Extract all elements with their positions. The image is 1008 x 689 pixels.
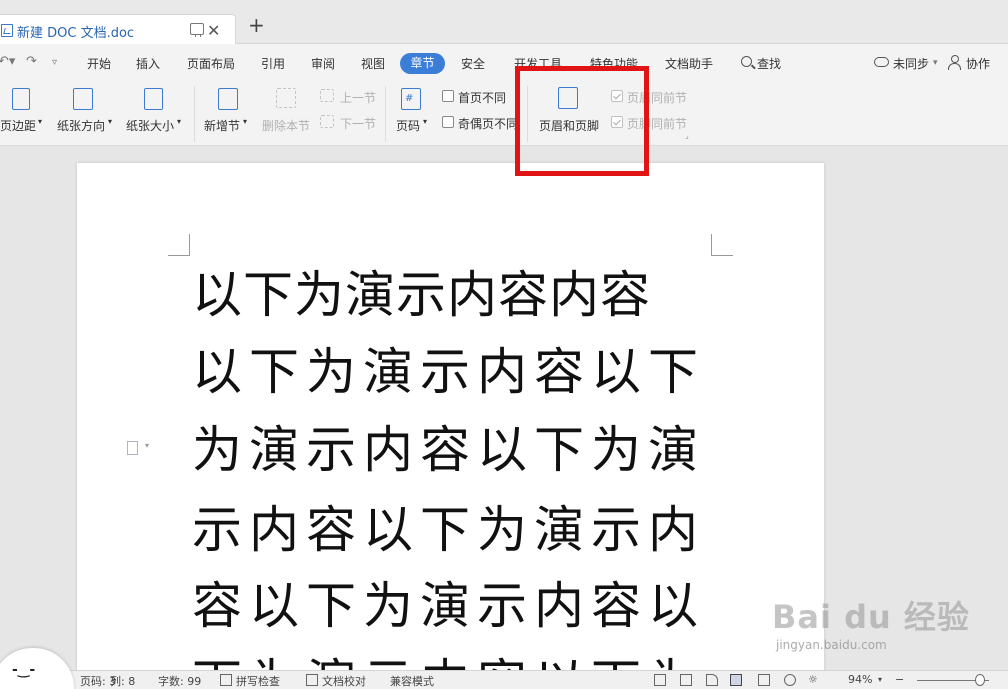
- zoom-out-icon[interactable]: −: [895, 673, 904, 686]
- page-number-dropdown-icon[interactable]: ▾: [423, 117, 427, 126]
- menu-chapter[interactable]: 章节: [400, 53, 445, 74]
- document-text-line[interactable]: 示内容以下为演示内: [192, 505, 705, 555]
- odd-even-different-checkbox[interactable]: [442, 116, 454, 128]
- redo-icon[interactable]: ↷: [26, 54, 37, 69]
- new-section-icon[interactable]: [218, 88, 238, 110]
- margin-corner-mark: [711, 234, 733, 256]
- ribbon-group-expand-icon[interactable]: ⌟: [685, 131, 689, 140]
- paragraph-handle-icon[interactable]: [127, 441, 138, 455]
- margin-corner-mark: [168, 234, 190, 256]
- next-section-button: 下一节: [340, 117, 377, 131]
- menu-view[interactable]: 视图: [361, 55, 385, 72]
- outline-view-icon[interactable]: [758, 674, 770, 686]
- page-view-icon[interactable]: [730, 674, 742, 686]
- write-mode-icon[interactable]: [706, 674, 718, 686]
- undo-icon[interactable]: ↶▾: [0, 54, 15, 69]
- highlight-annotation: [515, 66, 649, 176]
- menu-security[interactable]: 安全: [461, 55, 485, 72]
- watermark-logo: Bai du 经验: [772, 598, 970, 636]
- mascot-face-icon: -‿-: [12, 662, 36, 678]
- orientation-icon[interactable]: [73, 88, 93, 110]
- paper-size-icon[interactable]: [144, 88, 163, 110]
- prev-section-button: 上一节: [340, 91, 377, 105]
- document-text-line[interactable]: 以下为演示内容以下: [192, 347, 705, 397]
- collaborate-icon[interactable]: [948, 55, 961, 70]
- next-section-icon: [320, 115, 334, 128]
- status-column: 列: 8: [110, 675, 136, 688]
- paper-size-dropdown-icon[interactable]: ▾: [177, 117, 181, 126]
- watermark-url: jingyan.baidu.com: [776, 638, 887, 652]
- document-text-line[interactable]: 以下为演示内容内容: [192, 270, 651, 320]
- menu-insert[interactable]: 插入: [136, 55, 160, 72]
- margins-icon[interactable]: [12, 88, 30, 110]
- first-page-different-label: 首页不同: [458, 91, 507, 105]
- ribbon-separator: [194, 86, 195, 142]
- status-bar: 页码: 3 列: 8 字数: 99 拼写检查 文档校对 兼容模式 ☼ 94% ▾…: [0, 670, 1008, 689]
- new-section-button[interactable]: 新增节: [204, 117, 240, 134]
- menu-review[interactable]: 审阅: [311, 55, 335, 72]
- quick-access-more-icon[interactable]: ▿: [52, 57, 57, 68]
- document-tab[interactable]: 新建 DOC 文档.doc ✕: [0, 14, 236, 45]
- zoom-dropdown-icon[interactable]: ▾: [878, 675, 882, 684]
- orientation-button[interactable]: 纸张方向: [57, 117, 105, 134]
- paragraph-dropdown-icon[interactable]: ▾: [145, 441, 149, 450]
- menu-start[interactable]: 开始: [87, 55, 111, 72]
- first-page-different-checkbox[interactable]: [442, 90, 454, 102]
- close-icon[interactable]: ✕: [207, 21, 220, 40]
- page-number-button[interactable]: 页码: [396, 117, 420, 134]
- page-number-hash-icon: #: [405, 93, 414, 104]
- menu-doc-assistant[interactable]: 文档助手: [665, 55, 713, 72]
- new-tab-icon[interactable]: +: [248, 15, 265, 35]
- cloud-sync-icon[interactable]: [874, 57, 889, 67]
- menu-page-layout[interactable]: 页面布局: [187, 55, 235, 72]
- ribbon-separator: [385, 86, 386, 142]
- margins-button[interactable]: 页边距: [0, 117, 36, 134]
- paper-size-button[interactable]: 纸张大小: [126, 117, 174, 134]
- read-mode-icon[interactable]: [680, 674, 692, 686]
- collaborate-button[interactable]: 协作: [966, 55, 990, 72]
- new-section-dropdown-icon[interactable]: ▾: [243, 117, 247, 126]
- status-word-count[interactable]: 字数: 99: [158, 673, 201, 689]
- document-text-line[interactable]: 为演示内容以下为演: [192, 425, 705, 475]
- search-icon[interactable]: [741, 56, 752, 67]
- document-text-line[interactable]: 容以下为演示内容以: [192, 581, 705, 631]
- sync-status[interactable]: 未同步: [893, 55, 929, 72]
- document-tab-title: 新建 DOC 文档.doc: [17, 26, 135, 41]
- spell-check-button[interactable]: 拼写检查: [236, 673, 280, 689]
- margins-dropdown-icon[interactable]: ▾: [38, 117, 42, 126]
- assistant-mascot[interactable]: -‿-: [0, 648, 74, 689]
- doc-proof-icon[interactable]: [306, 674, 318, 686]
- orientation-dropdown-icon[interactable]: ▾: [108, 117, 112, 126]
- fullscreen-icon[interactable]: [654, 674, 666, 686]
- zoom-level[interactable]: 94%: [848, 673, 872, 686]
- tab-strip: 新建 DOC 文档.doc ✕ +: [0, 0, 1008, 45]
- sync-dropdown-icon[interactable]: ▾: [933, 58, 938, 68]
- menu-references[interactable]: 引用: [261, 55, 285, 72]
- baidu-jingyan-watermark: Bai du 经验 jingyan.baidu.com: [772, 592, 970, 652]
- menu-find[interactable]: 查找: [757, 55, 781, 72]
- eye-protection-icon[interactable]: ☼: [808, 673, 818, 686]
- pin-icon[interactable]: [190, 23, 204, 37]
- doc-proof-button[interactable]: 文档校对: [322, 673, 366, 689]
- delete-section-button: 删除本节: [262, 119, 311, 133]
- delete-section-icon: [276, 88, 296, 108]
- doc-file-icon: [1, 24, 13, 37]
- compat-mode-label: 兼容模式: [390, 675, 434, 688]
- zoom-slider-thumb[interactable]: [975, 674, 985, 686]
- prev-section-icon: [320, 89, 334, 102]
- web-view-icon[interactable]: [784, 674, 796, 686]
- spell-check-icon[interactable]: [220, 674, 232, 686]
- odd-even-different-label: 奇偶页不同: [458, 117, 519, 131]
